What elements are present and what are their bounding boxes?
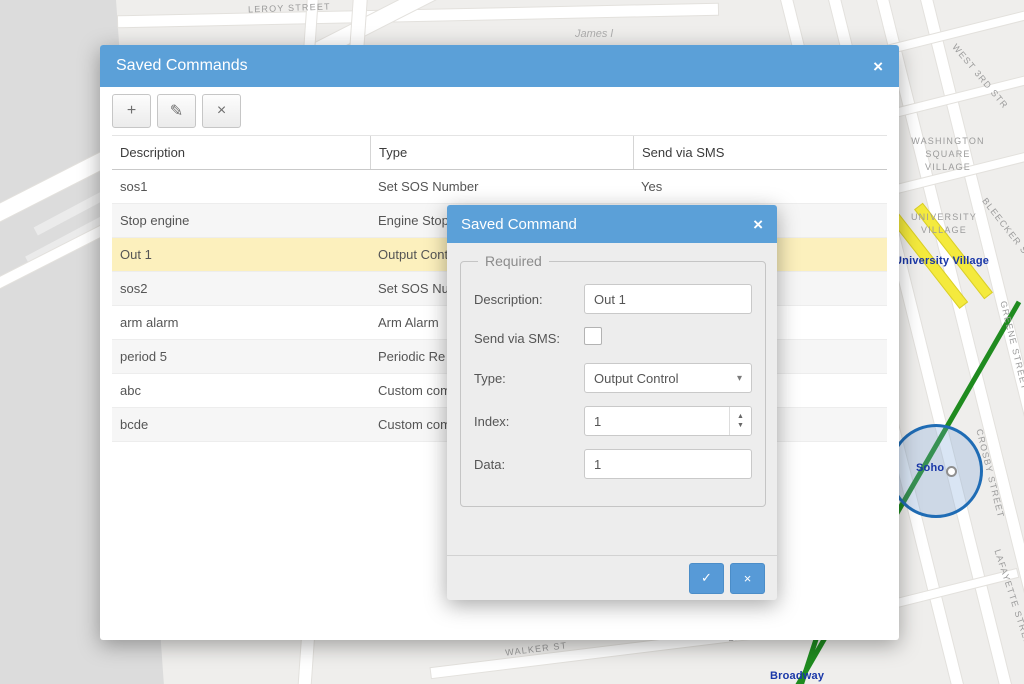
cell-description: abc — [112, 383, 370, 398]
saved-commands-header: Saved Commands × — [100, 45, 899, 87]
edit-command-button[interactable]: ✎ — [157, 94, 196, 128]
saved-command-modal: Saved Command × Required Description: Se… — [447, 205, 777, 600]
modal-title: Saved Command — [461, 216, 753, 233]
commands-toolbar: + ✎ × — [100, 87, 899, 135]
index-spinner[interactable]: ▲ ▼ — [729, 407, 751, 435]
area-label: WASHINGTON — [898, 136, 998, 146]
plus-icon: + — [127, 102, 136, 120]
fieldset-legend: Required — [478, 253, 549, 269]
description-input[interactable] — [584, 284, 752, 314]
sms-label: Send via SMS: — [474, 331, 584, 346]
dialog-title: Saved Commands — [116, 57, 873, 75]
table-header-row: Description Type Send via SMS — [112, 135, 887, 170]
type-label: Type: — [474, 371, 584, 386]
delete-icon: × — [217, 102, 226, 120]
spinner-up-icon[interactable]: ▲ — [737, 413, 744, 420]
place-label: University Village — [894, 255, 989, 267]
cell-type: Set SOS Number — [370, 179, 633, 194]
description-label: Description: — [474, 292, 584, 307]
type-field: Type: Output Control ▾ — [474, 363, 752, 393]
cell-description: period 5 — [112, 349, 370, 364]
spinner-down-icon[interactable]: ▼ — [737, 422, 744, 429]
data-field: Data: — [474, 449, 752, 479]
pencil-icon: ✎ — [170, 101, 183, 121]
sms-field: Send via SMS: — [474, 327, 752, 350]
index-label: Index: — [474, 414, 584, 429]
add-command-button[interactable]: + — [112, 94, 151, 128]
area-label: VILLAGE — [898, 162, 998, 172]
description-field: Description: — [474, 284, 752, 314]
place-label: Broadway — [770, 670, 824, 682]
cell-description: Stop engine — [112, 213, 370, 228]
close-icon: × — [744, 571, 752, 586]
type-select[interactable]: Output Control ▾ — [584, 363, 752, 393]
index-input[interactable] — [584, 406, 752, 436]
column-header-type[interactable]: Type — [370, 136, 633, 169]
modal-body: Required Description: Send via SMS: Type… — [447, 243, 777, 507]
column-header-description[interactable]: Description — [112, 136, 370, 169]
required-fieldset: Required Description: Send via SMS: Type… — [460, 253, 766, 507]
check-icon: ✓ — [701, 570, 712, 586]
chevron-down-icon: ▾ — [737, 373, 742, 384]
area-label: VILLAGE — [900, 225, 988, 235]
cell-description: Out 1 — [112, 247, 370, 262]
type-select-value: Output Control — [594, 371, 679, 386]
modal-footer: ✓ × — [447, 555, 777, 600]
area-label: SQUARE — [898, 149, 998, 159]
street-label: GREENE STREET — [998, 300, 1024, 391]
confirm-button[interactable]: ✓ — [689, 563, 724, 594]
cell-description: bcde — [112, 417, 370, 432]
saved-command-header: Saved Command × — [447, 205, 777, 243]
close-icon[interactable]: × — [753, 216, 763, 233]
cell-description: arm alarm — [112, 315, 370, 330]
sms-checkbox[interactable] — [584, 327, 602, 345]
area-label: UNIVERSITY — [900, 212, 988, 222]
place-label: Soho — [916, 462, 944, 474]
cancel-button[interactable]: × — [730, 563, 765, 594]
soho-poi-marker — [946, 466, 957, 477]
column-header-sms[interactable]: Send via SMS — [633, 136, 887, 169]
close-icon[interactable]: × — [873, 58, 883, 75]
delete-command-button[interactable]: × — [202, 94, 241, 128]
data-label: Data: — [474, 457, 584, 472]
table-row[interactable]: sos1 Set SOS Number Yes — [112, 170, 887, 204]
data-input[interactable] — [584, 449, 752, 479]
street-label: James l — [575, 28, 613, 40]
cell-sms: Yes — [633, 179, 887, 194]
index-field: Index: ▲ ▼ — [474, 406, 752, 436]
cell-description: sos1 — [112, 179, 370, 194]
map-street — [298, 636, 314, 684]
cell-description: sos2 — [112, 281, 370, 296]
